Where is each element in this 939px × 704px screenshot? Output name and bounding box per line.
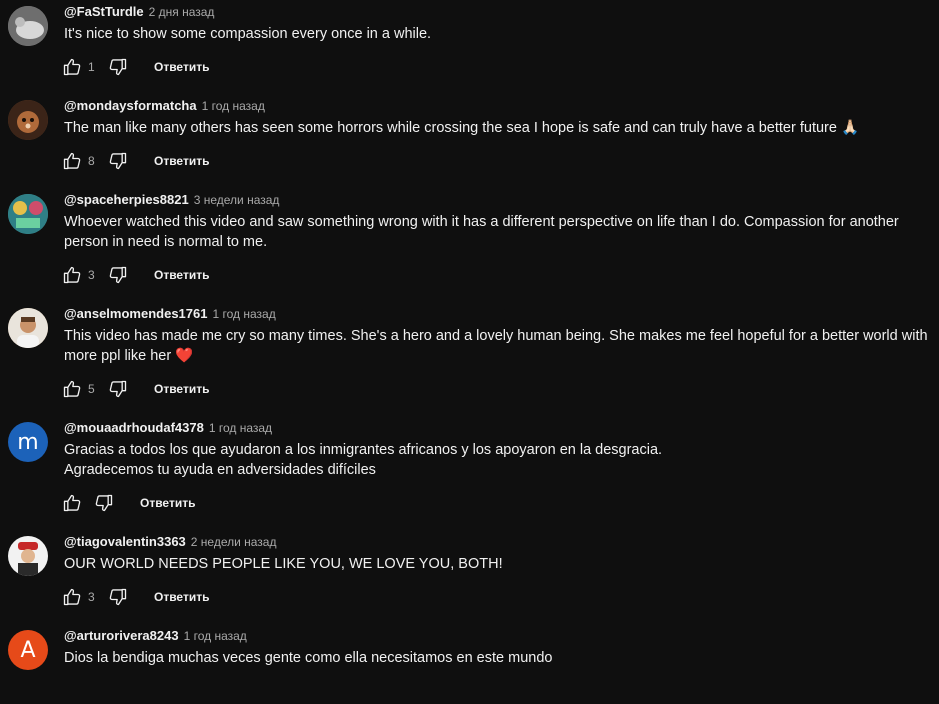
comment-actions: 3 Ответить xyxy=(62,585,209,609)
like-icon[interactable] xyxy=(62,265,82,285)
comment-item: m @mouaadrhoudaf4378 1 год назад Gracias a … xyxy=(0,420,939,515)
like-icon[interactable] xyxy=(62,151,82,171)
dislike-icon[interactable] xyxy=(108,151,128,171)
comment-header: @mouaadrhoudaf4378 1 год назад xyxy=(64,420,272,438)
comment-text-line: Dios la bendiga muchas veces gente como … xyxy=(64,650,553,666)
comment-actions: Ответить xyxy=(62,491,195,515)
comment-header: @FaStTurdle 2 дня назад xyxy=(64,4,214,22)
comment-text: Whoever watched this video and saw somet… xyxy=(64,212,934,252)
comment-text-line: It's nice to show some compassion every … xyxy=(64,26,432,42)
dislike-icon[interactable] xyxy=(108,379,128,399)
like-count: 3 xyxy=(88,590,95,604)
dislike-icon[interactable] xyxy=(108,587,128,607)
comment-time[interactable]: 1 год назад xyxy=(184,629,247,643)
comment-header: @tiagovalentin3363 2 недели назад xyxy=(64,534,277,552)
dislike-icon[interactable] xyxy=(94,493,114,513)
comment-header: @anselmomendes1761 1 год назад xyxy=(64,306,276,324)
like-icon[interactable] xyxy=(62,57,82,77)
avatar[interactable] xyxy=(8,308,48,348)
comment-text: OUR WORLD NEEDS PEOPLE LIKE YOU, WE LOVE… xyxy=(64,554,934,574)
comment-actions: 1 Ответить xyxy=(62,55,209,79)
comment-text-line: The man like many others has seen some h… xyxy=(64,120,860,136)
avatar[interactable] xyxy=(8,6,48,46)
like-count: 5 xyxy=(88,382,95,396)
comment-header: @arturorivera8243 1 год назад xyxy=(64,628,247,646)
author-name[interactable]: @tiagovalentin3363 xyxy=(64,534,186,549)
comment-time[interactable]: 1 год назад xyxy=(212,307,275,321)
like-count: 1 xyxy=(88,60,95,74)
comment-actions: 5 Ответить xyxy=(62,377,209,401)
comment-time[interactable]: 1 год назад xyxy=(209,421,272,435)
reply-button[interactable]: Ответить xyxy=(154,382,209,396)
comment-item: @tiagovalentin3363 2 недели назад OUR WORL… xyxy=(0,534,939,609)
reply-button[interactable]: Ответить xyxy=(140,496,195,510)
avatar[interactable] xyxy=(8,536,48,576)
like-icon[interactable] xyxy=(62,379,82,399)
comment-item: @FaStTurdle 2 дня назад It's nice to show … xyxy=(0,4,939,79)
like-icon[interactable] xyxy=(62,493,82,513)
comment-item: @spaceherpies8821 3 недели назад Whoever w… xyxy=(0,192,939,287)
comment-text-line: Whoever watched this video and saw somet… xyxy=(64,214,899,250)
avatar[interactable]: A xyxy=(8,630,48,670)
avatar[interactable]: m xyxy=(8,422,48,462)
dislike-icon[interactable] xyxy=(108,265,128,285)
author-name[interactable]: @FaStTurdle xyxy=(64,4,144,19)
comment-item: @mondaysformatcha 1 год назад The man like… xyxy=(0,98,939,173)
comment-text-line: Gracias a todos los que ayudaron a los i… xyxy=(64,442,663,458)
comment-time[interactable]: 3 недели назад xyxy=(194,193,280,207)
author-name[interactable]: @anselmomendes1761 xyxy=(64,306,207,321)
comment-header: @mondaysformatcha 1 год назад xyxy=(64,98,265,116)
comment-item: @anselmomendes1761 1 год назад This video … xyxy=(0,306,939,401)
comment-text: It's nice to show some compassion every … xyxy=(64,24,934,44)
comment-time[interactable]: 2 дня назад xyxy=(149,5,215,19)
comment-actions: 8 Ответить xyxy=(62,149,209,173)
like-count: 8 xyxy=(88,154,95,168)
comment-text-line: Agradecemos tu ayuda en adversidades dif… xyxy=(64,462,376,478)
author-name[interactable]: @spaceherpies8821 xyxy=(64,192,189,207)
like-count: 3 xyxy=(88,268,95,282)
comment-text: This video has made me cry so many times… xyxy=(64,326,934,366)
author-name[interactable]: @mondaysformatcha xyxy=(64,98,197,113)
comment-text: Dios la bendiga muchas veces gente como … xyxy=(64,648,934,668)
like-icon[interactable] xyxy=(62,587,82,607)
avatar[interactable] xyxy=(8,100,48,140)
reply-button[interactable]: Ответить xyxy=(154,154,209,168)
avatar-letter: A xyxy=(20,637,36,663)
comment-actions: 3 Ответить xyxy=(62,263,209,287)
reply-button[interactable]: Ответить xyxy=(154,590,209,604)
comment-text-line: OUR WORLD NEEDS PEOPLE LIKE YOU, WE LOVE… xyxy=(64,556,503,572)
comment-time[interactable]: 2 недели назад xyxy=(191,535,277,549)
comment-item: A @arturorivera8243 1 год назад Dios la ben… xyxy=(0,628,939,704)
comment-text-line: This video has made me cry so many times… xyxy=(64,328,928,364)
comment-time[interactable]: 1 год назад xyxy=(202,99,265,113)
dislike-icon[interactable] xyxy=(108,57,128,77)
reply-button[interactable]: Ответить xyxy=(154,60,209,74)
reply-button[interactable]: Ответить xyxy=(154,268,209,282)
author-name[interactable]: @mouaadrhoudaf4378 xyxy=(64,420,204,435)
avatar-letter: m xyxy=(17,429,39,455)
author-name[interactable]: @arturorivera8243 xyxy=(64,628,179,643)
comment-header: @spaceherpies8821 3 недели назад xyxy=(64,192,279,210)
comment-text: The man like many others has seen some h… xyxy=(64,118,934,138)
comment-text: Gracias a todos los que ayudaron a los i… xyxy=(64,440,934,480)
avatar[interactable] xyxy=(8,194,48,234)
